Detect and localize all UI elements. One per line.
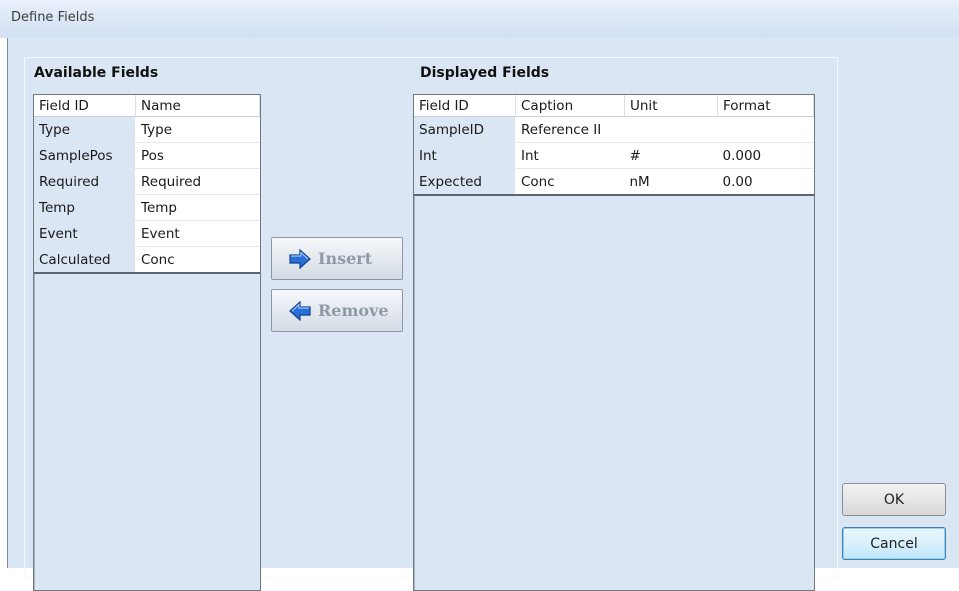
table-row[interactable]: Type Type: [34, 116, 260, 143]
column-header-unit[interactable]: Unit: [624, 95, 718, 117]
field-id-cell: Int: [414, 142, 516, 169]
field-id-cell: Calculated: [34, 246, 136, 274]
unit-cell: #: [624, 142, 718, 169]
table-row[interactable]: Event Event: [34, 220, 260, 247]
unit-cell: nM: [624, 168, 718, 196]
arrow-right-icon: [289, 248, 311, 269]
caption-cell: Int: [515, 142, 625, 169]
define-fields-dialog: Available Fields Field ID Name Type Type…: [7, 38, 959, 591]
table-row[interactable]: SampleID Reference II: [414, 116, 814, 143]
field-id-cell: Expected: [414, 168, 516, 196]
format-cell: 0.000: [717, 142, 814, 169]
field-name-cell: Required: [135, 168, 260, 195]
displayed-fields-title: Displayed Fields: [420, 65, 550, 81]
column-header-name[interactable]: Name: [135, 95, 260, 117]
field-name-cell: Type: [135, 116, 260, 143]
caption-cell: Conc: [515, 168, 625, 196]
column-header-field-id[interactable]: Field ID: [34, 95, 136, 117]
available-fields-table: Field ID Name Type Type SamplePos Pos Re…: [34, 95, 260, 274]
table-row[interactable]: Expected Conc nM 0.00: [414, 168, 814, 196]
column-header-field-id[interactable]: Field ID: [414, 95, 516, 117]
field-id-cell: Required: [34, 168, 136, 195]
format-cell: 0.00: [717, 168, 814, 196]
insert-label: Insert: [318, 249, 373, 268]
title-bar: Define Fields: [0, 0, 959, 38]
displayed-fields-table: Field ID Caption Unit Format SampleID Re…: [414, 95, 814, 196]
available-header-row: Field ID Name: [34, 95, 260, 117]
field-id-cell: SampleID: [414, 116, 516, 143]
field-name-cell: Temp: [135, 194, 260, 221]
field-name-cell: Pos: [135, 142, 260, 169]
table-row[interactable]: Required Required: [34, 168, 260, 195]
table-row[interactable]: Temp Temp: [34, 194, 260, 221]
unit-cell: [624, 116, 718, 143]
field-id-cell: Event: [34, 220, 136, 247]
field-id-cell: Temp: [34, 194, 136, 221]
table-row[interactable]: Int Int # 0.000: [414, 142, 814, 169]
remove-label: Remove: [318, 301, 389, 320]
column-header-format[interactable]: Format: [717, 95, 814, 117]
insert-button[interactable]: Insert: [271, 237, 403, 280]
table-row[interactable]: Calculated Conc: [34, 246, 260, 274]
available-fields-title: Available Fields: [34, 65, 159, 81]
table-row[interactable]: SamplePos Pos: [34, 142, 260, 169]
remove-button[interactable]: Remove: [271, 289, 403, 332]
column-header-caption[interactable]: Caption: [515, 95, 625, 117]
format-cell: [717, 116, 814, 143]
displayed-header-row: Field ID Caption Unit Format: [414, 95, 814, 117]
field-id-cell: Type: [34, 116, 136, 143]
arrow-left-icon: [289, 300, 311, 321]
field-name-cell: Event: [135, 220, 260, 247]
available-fields-list[interactable]: Field ID Name Type Type SamplePos Pos Re…: [33, 94, 261, 591]
cancel-button[interactable]: Cancel: [842, 527, 946, 560]
ok-button[interactable]: OK: [842, 483, 946, 516]
window-title: Define Fields: [11, 10, 95, 25]
field-id-cell: SamplePos: [34, 142, 136, 169]
displayed-fields-list[interactable]: Field ID Caption Unit Format SampleID Re…: [413, 94, 815, 591]
field-name-cell: Conc: [135, 246, 260, 274]
caption-cell: Reference II: [515, 116, 625, 143]
